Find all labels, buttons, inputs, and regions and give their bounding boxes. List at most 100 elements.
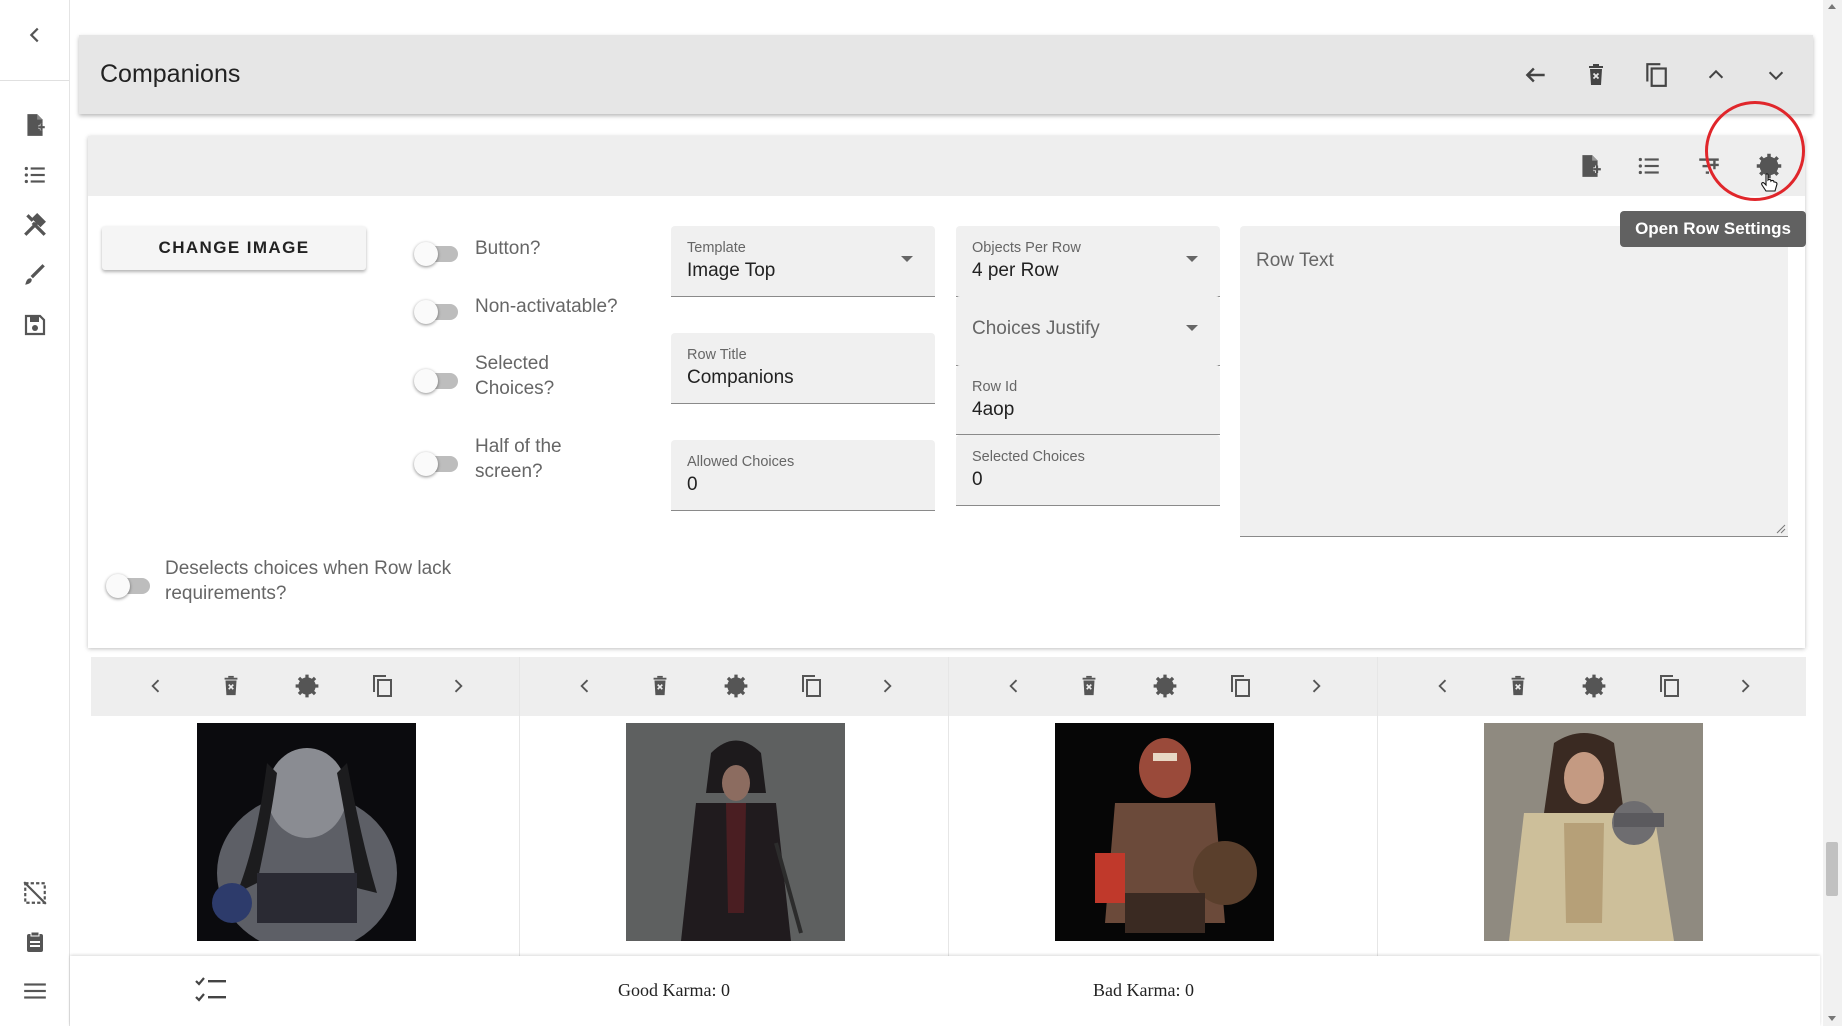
chevron-up-icon[interactable] xyxy=(1696,55,1736,95)
highlight-circle xyxy=(1705,101,1805,201)
row-text-area[interactable]: Row Text xyxy=(1240,226,1788,537)
allowed-choices-field[interactable]: Allowed Choices 0 xyxy=(671,440,935,511)
move-right-icon[interactable] xyxy=(439,667,477,705)
gear-icon[interactable] xyxy=(1575,667,1613,705)
scroll-up-arrow-icon[interactable] xyxy=(1828,4,1836,9)
selected-choices-label-line1: Selected xyxy=(475,353,549,374)
choice-toolbar xyxy=(91,657,519,716)
objects-per-row-label: Objects Per Row xyxy=(972,240,1081,256)
resize-handle-icon[interactable] xyxy=(1776,524,1786,534)
dropdown-caret-icon xyxy=(901,256,913,262)
hooded-rogue-portrait[interactable] xyxy=(626,723,845,941)
save-icon[interactable] xyxy=(17,307,53,343)
add-choice-icon[interactable] xyxy=(1570,146,1610,186)
good-karma: Good Karma: 0 xyxy=(618,980,730,1000)
button-toggle-label: Button? xyxy=(475,238,541,259)
row-settings-panel: CHANGE IMAGE Button? Non-activatable? Se… xyxy=(88,136,1805,648)
copy-icon[interactable] xyxy=(1636,55,1676,95)
selected-choices-field[interactable]: Selected Choices 0 xyxy=(956,435,1220,506)
allowed-choices-label: Allowed Choices xyxy=(687,454,795,470)
menu-icon[interactable] xyxy=(17,973,53,1009)
deselect-choices-label: Deselects choices when Row lack requirem… xyxy=(165,556,451,606)
scroll-thumb[interactable] xyxy=(1826,842,1838,896)
deselect-label-line1: Deselects choices when Row lack xyxy=(165,558,452,579)
rail-divider xyxy=(0,80,69,81)
choice-toolbar xyxy=(949,657,1377,716)
move-left-icon[interactable] xyxy=(137,667,175,705)
delete-icon[interactable] xyxy=(212,667,250,705)
list-icon[interactable] xyxy=(17,157,53,193)
template-label: Template xyxy=(687,240,746,256)
scroll-down-arrow-icon[interactable] xyxy=(1828,1016,1836,1021)
clipboard-icon[interactable] xyxy=(17,924,53,960)
row-title-field[interactable]: Row Title Companions xyxy=(671,333,935,404)
row-id-field[interactable]: Row Id 4aop xyxy=(956,365,1220,435)
dark-brute-portrait[interactable] xyxy=(197,723,416,941)
image-off-icon[interactable] xyxy=(17,875,53,911)
row-title-value: Companions xyxy=(687,367,794,388)
non-activatable-toggle[interactable] xyxy=(414,297,462,325)
gear-icon[interactable] xyxy=(717,667,755,705)
chevron-left-icon[interactable] xyxy=(17,17,53,53)
move-left-icon[interactable] xyxy=(1424,667,1462,705)
armored-gladiator-portrait[interactable] xyxy=(1055,723,1274,941)
dropdown-caret-icon xyxy=(1186,325,1198,331)
bad-karma: Bad Karma: 0 xyxy=(1093,980,1194,1000)
selected-choices-field-value: 0 xyxy=(972,469,983,490)
deselect-choices-toggle[interactable] xyxy=(106,571,154,599)
button-toggle[interactable] xyxy=(414,239,462,267)
selected-choices-toggle[interactable] xyxy=(414,366,462,394)
objects-per-row-select[interactable]: Objects Per Row 4 per Row xyxy=(956,226,1220,297)
choice-card xyxy=(1378,657,1806,957)
brush-icon[interactable] xyxy=(17,257,53,293)
selected-choices-field-label: Selected Choices xyxy=(972,449,1085,465)
row-header: Companions xyxy=(79,35,1813,114)
template-select[interactable]: Template Image Top xyxy=(671,226,935,297)
choice-card xyxy=(520,657,949,957)
move-right-icon[interactable] xyxy=(1726,667,1764,705)
choices-justify-select[interactable]: Choices Justify xyxy=(956,296,1220,366)
copy-icon[interactable] xyxy=(363,667,401,705)
choice-card xyxy=(949,657,1378,957)
copy-icon[interactable] xyxy=(1221,667,1259,705)
page-scrollbar[interactable] xyxy=(1823,0,1842,1026)
chevron-down-icon[interactable] xyxy=(1756,55,1796,95)
file-plus-icon[interactable] xyxy=(17,107,53,143)
half-screen-label: Half of the screen? xyxy=(475,434,562,484)
half-screen-label-line1: Half of the xyxy=(475,436,562,457)
delete-icon[interactable] xyxy=(1070,667,1108,705)
row-id-label: Row Id xyxy=(972,379,1018,395)
non-activatable-label: Non-activatable? xyxy=(475,296,618,317)
fur-coat-woman-portrait[interactable] xyxy=(1484,723,1703,941)
gear-icon[interactable] xyxy=(288,667,326,705)
allowed-choices-value: 0 xyxy=(687,474,698,495)
row-title: Companions xyxy=(100,60,241,88)
delete-icon[interactable] xyxy=(1576,55,1616,95)
checklist-icon[interactable] xyxy=(194,976,228,1006)
tools-icon[interactable] xyxy=(17,207,53,243)
move-left-icon[interactable] xyxy=(995,667,1033,705)
choice-toolbar xyxy=(520,657,948,716)
change-image-button[interactable]: CHANGE IMAGE xyxy=(102,226,366,270)
gear-icon[interactable] xyxy=(1146,667,1184,705)
half-screen-toggle[interactable] xyxy=(414,449,462,477)
deselect-label-line2: requirements? xyxy=(165,583,287,604)
move-left-icon[interactable] xyxy=(566,667,604,705)
copy-icon[interactable] xyxy=(1650,667,1688,705)
objects-per-row-value: 4 per Row xyxy=(972,260,1059,281)
row-id-value: 4aop xyxy=(972,399,1015,420)
left-rail xyxy=(0,0,70,1026)
settings-toolbar xyxy=(88,136,1805,196)
choice-card xyxy=(91,657,520,957)
arrow-left-icon[interactable] xyxy=(1516,55,1556,95)
choice-toolbar xyxy=(1378,657,1806,716)
list-icon[interactable] xyxy=(1629,146,1669,186)
karma-footer: Good Karma: 0 Bad Karma: 0 xyxy=(70,956,1820,1026)
delete-icon[interactable] xyxy=(1499,667,1537,705)
choices-justify-placeholder: Choices Justify xyxy=(972,318,1100,339)
move-right-icon[interactable] xyxy=(868,667,906,705)
copy-icon[interactable] xyxy=(792,667,830,705)
row-text-placeholder: Row Text xyxy=(1256,250,1334,271)
delete-icon[interactable] xyxy=(641,667,679,705)
move-right-icon[interactable] xyxy=(1297,667,1335,705)
